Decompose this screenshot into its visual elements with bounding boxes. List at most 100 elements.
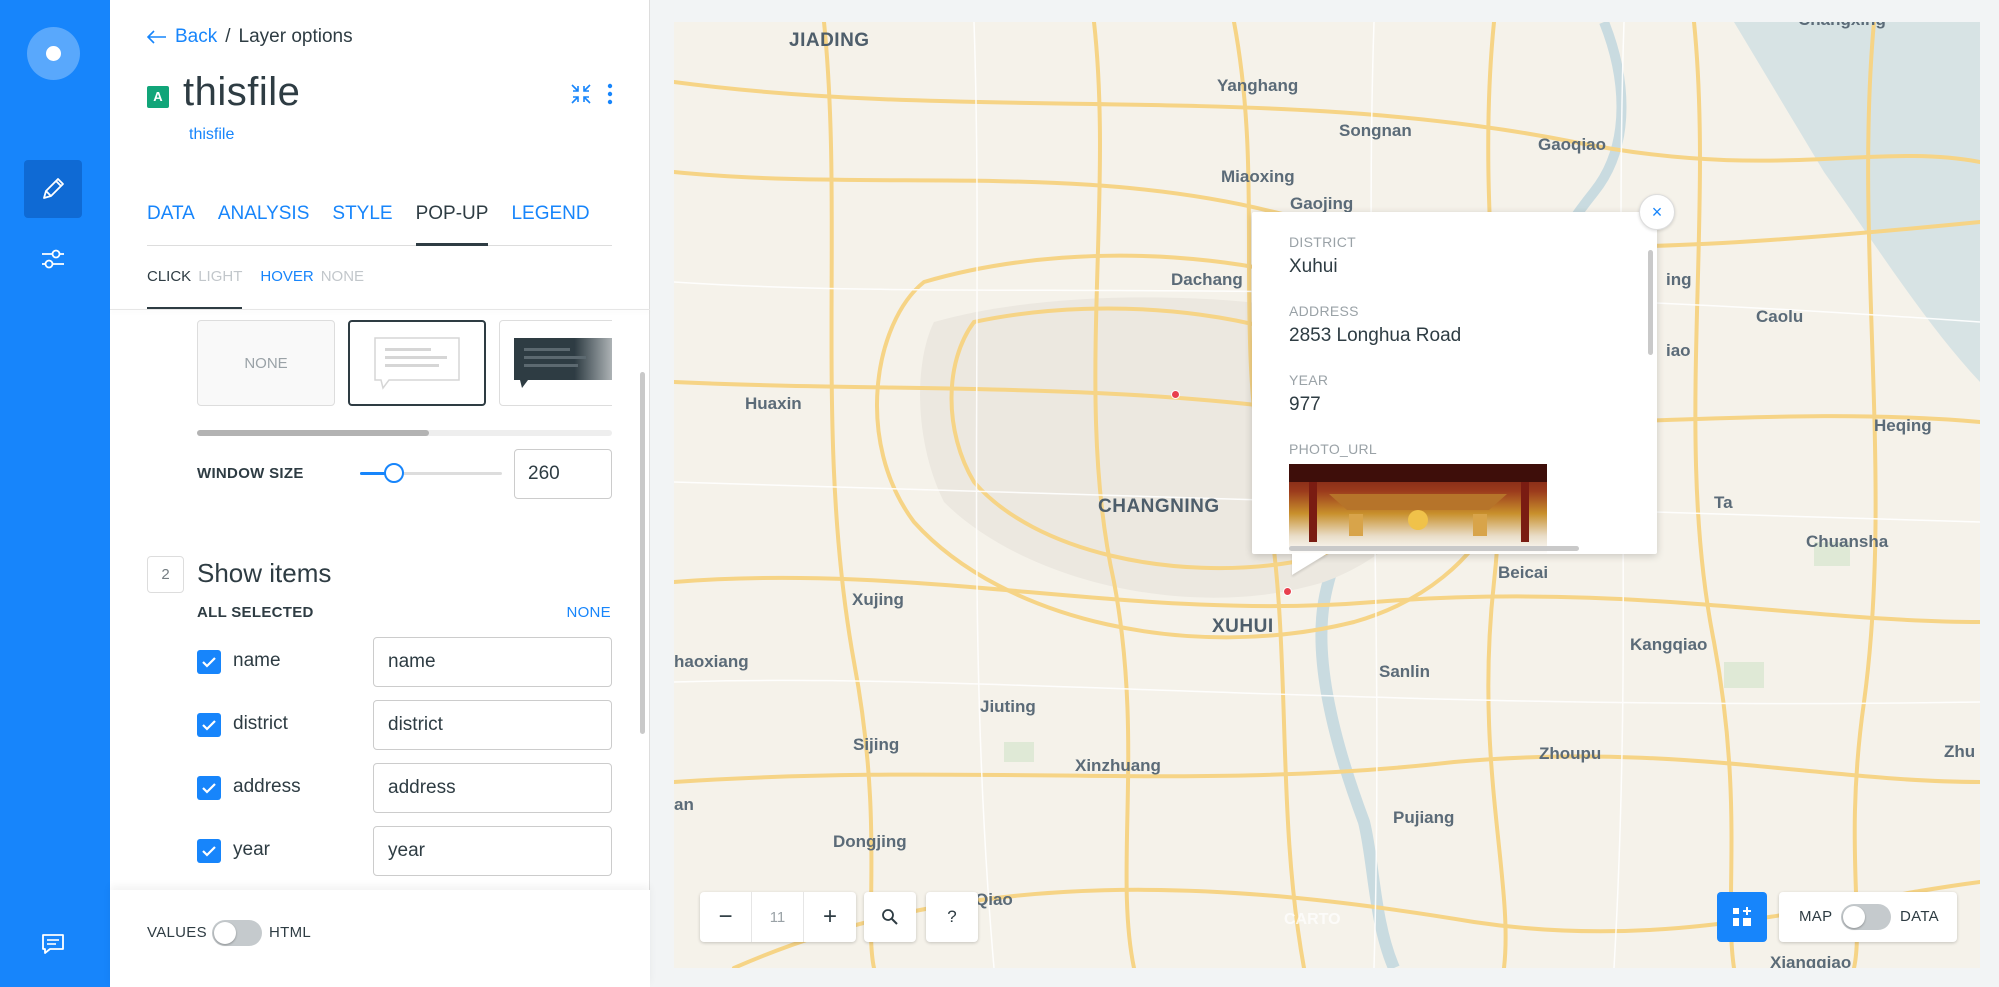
kebab-menu-icon[interactable] [607,83,613,105]
carto-attribution: CARTO [1284,911,1341,928]
map-label: Songnan [1339,121,1412,140]
window-size-input[interactable]: 260 [514,449,612,499]
item-title-input[interactable]: address [373,763,612,813]
map-label: Qiao [975,890,1013,909]
breadcrumb: Back / Layer options [147,26,353,48]
logo-icon[interactable] [27,27,80,80]
popup-style-scroll-thumb[interactable] [197,430,429,436]
map-label: haoxiang [674,652,749,671]
item-checkbox[interactable] [197,776,221,800]
zoom-out-button[interactable]: − [700,892,752,942]
tab-data[interactable]: DATA [147,200,195,246]
tab-analysis[interactable]: ANALYSIS [218,200,310,246]
tab-style[interactable]: STYLE [332,200,392,246]
map-label: Changxing [1798,22,1886,30]
map-point-selected[interactable] [1283,587,1292,596]
arrow-left-icon [147,30,166,44]
subtab-click[interactable]: CLICK LIGHT [147,264,243,310]
map-label: Zhoupu [1539,744,1602,763]
layer-title[interactable]: thisfile [183,70,300,115]
map-view-label[interactable]: MAP [1799,908,1832,925]
app-sidebar [0,0,110,987]
search-icon [882,909,898,925]
map-label: ing [1666,270,1692,289]
select-none-link[interactable]: NONE [566,604,611,621]
back-label[interactable]: Back [175,26,217,48]
list-item: year year [197,826,612,876]
popup-pointer [1292,553,1328,575]
map-label: Jiuting [980,697,1036,716]
widgets-button[interactable] [1717,892,1767,942]
breadcrumb-separator: / [225,26,231,47]
collapse-icon[interactable] [569,82,593,106]
popup-field-value: 2853 Longhua Road [1289,325,1462,346]
subtab-click-label: CLICK [147,268,192,285]
map-label: JIADING [789,30,870,51]
zoom-in-button[interactable]: + [804,892,856,942]
map-label: Miaoxing [1221,167,1295,186]
map-point[interactable] [1171,390,1180,399]
popup-scrollbar[interactable] [1648,250,1653,355]
back-link[interactable]: Back [147,26,217,48]
map-view[interactable]: CARTO JIADING Changxing Yanghang Songnan… [674,22,1980,968]
item-checkbox[interactable] [197,839,221,863]
window-size-slider[interactable] [360,463,502,483]
subtab-hover-value: NONE [320,268,365,285]
popup-style-light[interactable] [348,320,486,406]
popup-close-button[interactable]: × [1639,194,1675,230]
popup-style-none[interactable]: NONE [197,320,335,406]
item-checkbox[interactable] [197,650,221,674]
panel-scrollbar[interactable] [640,372,645,734]
subtab-hover[interactable]: HOVER NONE [260,264,364,310]
popup-horizontal-scrollbar[interactable] [1289,546,1579,551]
map-label: Beicai [1498,563,1549,582]
close-icon: × [1651,201,1663,222]
popup-subtabs: CLICK LIGHT HOVER NONE [147,264,612,310]
data-view-label[interactable]: DATA [1900,908,1939,925]
subtab-click-value: LIGHT [198,268,243,285]
item-title-input[interactable]: year [373,826,612,876]
map-data-switch[interactable] [1841,904,1891,930]
popup-field-label: YEAR [1289,372,1329,388]
values-html-toggle[interactable] [212,920,262,946]
popup-style-selector: NONE [197,320,612,406]
check-icon [202,783,216,794]
zoom-control: − 11 + [700,892,856,942]
layer-header-actions [569,82,613,106]
map-label: Heqing [1874,416,1932,435]
item-name: district [233,713,288,734]
popup-style-dark[interactable] [499,320,612,406]
item-checkbox[interactable] [197,713,221,737]
section-title: Show items [197,558,332,588]
window-size-slider-handle[interactable] [384,463,404,483]
values-label: VALUES [147,924,207,941]
map-label: Xinzhuang [1075,756,1161,775]
search-button[interactable] [864,892,916,942]
tab-popup[interactable]: POP-UP [415,200,489,246]
dark-popup-preview-icon [514,338,612,388]
panel-footer: VALUES HTML [110,890,650,987]
item-title-input[interactable]: name [373,637,612,687]
pencil-icon[interactable] [24,160,82,218]
layer-options-panel: Back / Layer options A thisfile thisfile… [110,0,650,987]
tab-legend[interactable]: LEGEND [511,200,589,246]
help-button[interactable]: ? [926,892,978,942]
layer-source-link[interactable]: thisfile [189,126,234,144]
sliders-icon[interactable] [24,230,82,288]
popup-style-scrollbar[interactable] [197,430,612,436]
map-label: Caolu [1756,307,1804,326]
chat-icon[interactable] [24,915,82,973]
temple-photo-image [1289,464,1547,542]
all-selected-label: ALL SELECTED [197,604,314,621]
check-icon [202,846,216,857]
subtab-hover-label: HOVER [260,268,314,285]
map-label: Chuansha [1806,532,1889,551]
section-number: 2 [147,556,184,593]
html-label: HTML [269,924,312,941]
item-title-input[interactable]: district [373,700,612,750]
popup-field-label: ADDRESS [1289,303,1359,319]
zoom-level: 11 [752,892,804,942]
popup-field-label: PHOTO_URL [1289,441,1378,457]
item-name: address [233,776,301,797]
map-label: Xujing [852,590,904,609]
